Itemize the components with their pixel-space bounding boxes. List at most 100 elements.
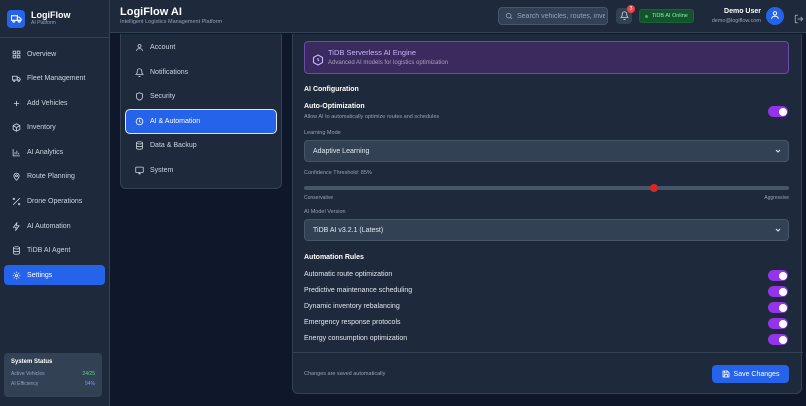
status-dot-icon xyxy=(645,14,648,18)
slider-min-label: Conservative xyxy=(304,195,334,201)
sidebar-item-fleet-management[interactable]: Fleet Management xyxy=(4,69,105,89)
slider-thumb[interactable] xyxy=(650,184,659,192)
truck-logo-icon xyxy=(7,9,25,28)
status-row-ai-efficiency: AI Efficiency 94% xyxy=(11,379,95,389)
status-label: Active Vehicles xyxy=(11,371,45,377)
settings-tab-system[interactable]: System xyxy=(126,159,276,182)
sidebar-item-label: AI Analytics xyxy=(27,148,64,156)
save-changes-button[interactable]: Save Changes xyxy=(712,365,789,383)
ai-engine-banner: TiDB Serverless AI Engine Advanced AI mo… xyxy=(304,41,789,74)
rule-emergency-response-label: Emergency response protocols xyxy=(304,319,401,326)
app-title: LogiFlow AI xyxy=(120,6,182,18)
drone-icon xyxy=(11,197,21,207)
sidebar-item-inventory[interactable]: Inventory xyxy=(4,118,105,138)
shield-icon xyxy=(134,92,144,102)
pin-icon xyxy=(11,172,21,182)
app-subtitle: Intelligent Logistics Management Platfor… xyxy=(120,19,223,25)
ai-status-label: TiDB AI Online xyxy=(652,13,688,19)
system-status-card: System Status Active Vehicles 24/25 AI E… xyxy=(4,353,102,397)
ai-automation-panel: TiDB Serverless AI Engine Advanced AI mo… xyxy=(292,34,803,394)
settings-tab-security[interactable]: Security xyxy=(126,85,276,108)
avatar[interactable] xyxy=(766,7,784,25)
system-status-title: System Status xyxy=(11,359,53,365)
chart-icon xyxy=(11,147,21,157)
top-header: LogiFlow AI Intelligent Logistics Manage… xyxy=(110,0,806,33)
sidebar-item-label: AI Automation xyxy=(27,222,71,230)
rule-emergency-response-toggle[interactable] xyxy=(768,318,788,329)
user-email: demo@logiflow.com xyxy=(711,18,761,24)
chevron-down-icon xyxy=(774,147,782,155)
brand-subtitle: AI Platform xyxy=(31,20,56,26)
sidebar-item-ai-automation[interactable]: AI Automation xyxy=(4,216,105,236)
auto-optimization-toggle[interactable] xyxy=(768,106,788,117)
sidebar-item-settings[interactable]: Settings xyxy=(4,265,105,286)
rule-inventory-rebalancing-toggle[interactable] xyxy=(768,302,788,313)
sidebar-item-drone-operations[interactable]: Drone Operations xyxy=(4,192,105,212)
plus-icon xyxy=(11,98,21,108)
rule-energy-optimization-label: Energy consumption optimization xyxy=(304,335,408,342)
confidence-threshold-label: Confidence Threshold: 85% xyxy=(304,170,372,176)
box-icon xyxy=(11,123,21,133)
automation-rules-heading: Automation Rules xyxy=(304,254,364,261)
sidebar-item-label: Settings xyxy=(27,271,53,279)
slider-end-labels: Conservative Aggressive xyxy=(304,195,789,201)
zap-icon xyxy=(11,221,21,231)
settings-tab-label: Account xyxy=(150,44,176,51)
sidebar-item-route-planning[interactable]: Route Planning xyxy=(4,167,105,187)
rule-predictive-maintenance-label: Predictive maintenance scheduling xyxy=(304,287,413,294)
sidebar-item-add-vehicles[interactable]: Add Vehicles xyxy=(4,93,105,113)
ai-config-heading: AI Configuration xyxy=(304,86,359,93)
learning-mode-label: Learning Mode xyxy=(304,130,341,136)
ai-status-badge: TiDB AI Online xyxy=(639,9,694,23)
rule-route-optimization-label: Automatic route optimization xyxy=(304,271,393,278)
user-name: Demo User xyxy=(724,8,761,15)
bell-icon xyxy=(134,67,144,77)
brand[interactable]: LogiFlow AI Platform xyxy=(0,0,109,38)
rule-predictive-maintenance-toggle[interactable] xyxy=(768,286,788,297)
grid-icon xyxy=(11,49,21,59)
settings-tab-label: System xyxy=(150,166,174,174)
database-icon xyxy=(11,246,21,256)
sidebar-item-overview[interactable]: Overview xyxy=(4,44,105,64)
user-icon xyxy=(770,7,780,25)
search-input[interactable] xyxy=(517,12,605,20)
auto-optimization-label: Auto-Optimization xyxy=(304,103,365,110)
auto-optimization-desc: Allow AI to automatically optimize route… xyxy=(304,114,440,120)
logout-icon[interactable] xyxy=(794,11,804,24)
search-box[interactable] xyxy=(498,7,608,25)
settings-tab-label: Notifications xyxy=(150,68,189,76)
ai-icon xyxy=(134,116,144,126)
sidebar-item-label: Inventory xyxy=(27,124,56,132)
rule-route-optimization-toggle[interactable] xyxy=(768,270,788,281)
rule-inventory-rebalancing-label: Dynamic inventory rebalancing xyxy=(304,303,400,310)
sidebar-item-ai-analytics[interactable]: AI Analytics xyxy=(4,142,105,162)
slider-max-label: Aggressive xyxy=(764,195,789,201)
learning-mode-value: Adaptive Learning xyxy=(313,147,370,155)
model-version-select[interactable]: TiDB AI v3.2.1 (Latest) xyxy=(304,219,789,241)
settings-tab-ai-automation[interactable]: AI & Automation xyxy=(125,108,277,134)
sidebar: LogiFlow AI Platform Overview Fleet Mana… xyxy=(0,0,110,406)
user-icon xyxy=(134,43,144,53)
sidebar-item-tidb-ai-agent[interactable]: TiDB AI Agent xyxy=(4,241,105,261)
brand-name: LogiFlow xyxy=(31,10,71,20)
settings-tab-label: Data & Backup xyxy=(150,142,197,150)
status-value: 24/25 xyxy=(82,371,95,377)
ai-engine-subtitle: Advanced AI models for logistics optimiz… xyxy=(328,60,449,66)
learning-mode-select[interactable]: Adaptive Learning xyxy=(304,140,789,162)
gear-icon xyxy=(11,270,21,280)
settings-tab-notifications[interactable]: Notifications xyxy=(126,61,276,84)
save-icon xyxy=(722,370,730,378)
settings-tab-account[interactable]: Account xyxy=(126,36,276,59)
search-icon xyxy=(505,7,513,25)
settings-tab-data-backup[interactable]: Data & Backup xyxy=(126,134,276,157)
notifications-button[interactable]: 3 xyxy=(616,5,635,24)
confidence-threshold-slider[interactable] xyxy=(304,184,789,192)
rule-energy-optimization-toggle[interactable] xyxy=(768,334,788,345)
model-version-value: TiDB AI v3.2.1 (Latest) xyxy=(313,226,384,234)
chevron-down-icon xyxy=(774,226,782,234)
settings-tab-label: AI & Automation xyxy=(150,117,201,125)
status-value: 94% xyxy=(84,381,95,387)
sidebar-item-label: TiDB AI Agent xyxy=(27,247,71,255)
database-icon xyxy=(134,141,144,151)
truck-icon xyxy=(11,74,21,84)
